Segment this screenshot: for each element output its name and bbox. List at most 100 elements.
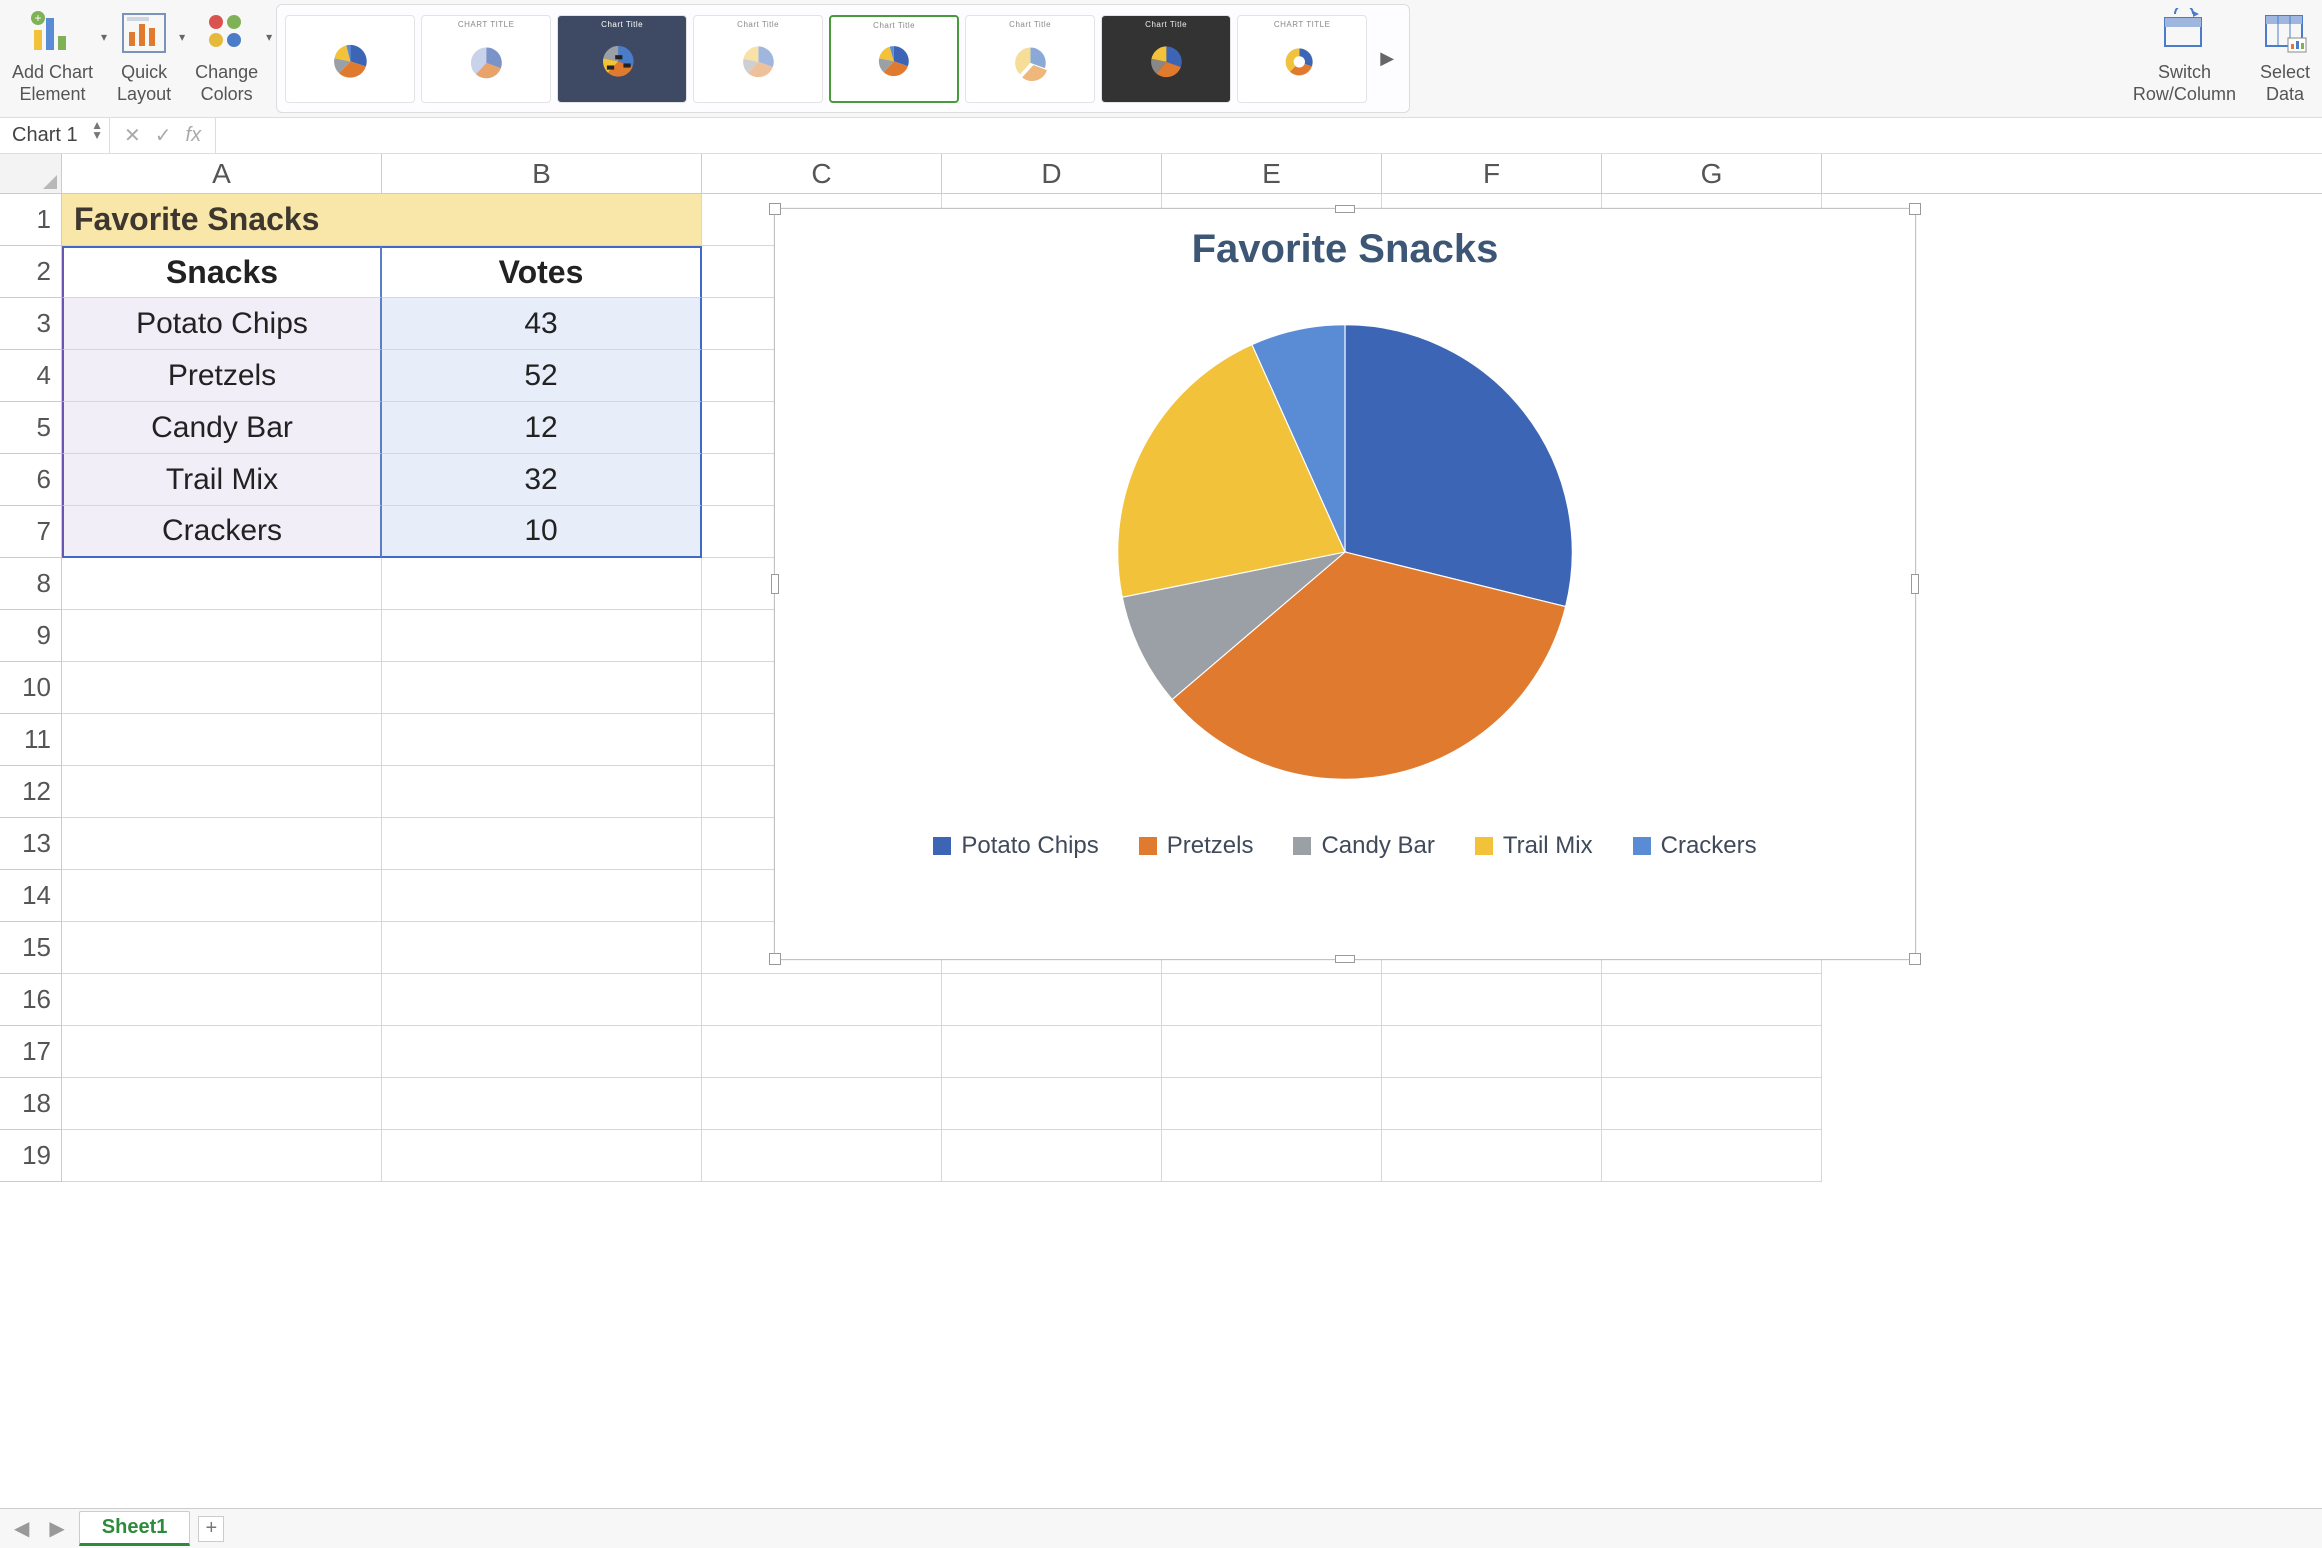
quick-layout-button[interactable]: ▾ Quick Layout [111,4,177,113]
cell-F19[interactable] [1382,1130,1602,1182]
cell-B12[interactable] [382,766,702,818]
column-header-D[interactable]: D [942,154,1162,193]
name-box[interactable]: Chart 1 ▲▼ [0,118,110,153]
cell-A14[interactable] [62,870,382,922]
cell-C16[interactable] [702,974,942,1026]
row-header-19[interactable]: 19 [0,1130,62,1182]
sheet-tab-active[interactable]: Sheet1 [79,1511,191,1546]
cell-C17[interactable] [702,1026,942,1078]
chart-title[interactable]: Favorite Snacks [775,209,1915,272]
add-chart-element-button[interactable]: + ▾ Add Chart Element [6,4,99,113]
column-header-E[interactable]: E [1162,154,1382,193]
cell-B6[interactable]: 32 [382,454,702,506]
cell-B7[interactable]: 10 [382,506,702,558]
cell-D19[interactable] [942,1130,1162,1182]
row-header-4[interactable]: 4 [0,350,62,402]
name-box-spinner-icon[interactable]: ▲▼ [91,120,103,140]
column-header-C[interactable]: C [702,154,942,193]
cell-B17[interactable] [382,1026,702,1078]
cell-B11[interactable] [382,714,702,766]
column-header-A[interactable]: A [62,154,382,193]
cell-B3[interactable]: 43 [382,298,702,350]
cell-A13[interactable] [62,818,382,870]
row-header-7[interactable]: 7 [0,506,62,558]
cell-E16[interactable] [1162,974,1382,1026]
cell-B5[interactable]: 12 [382,402,702,454]
chart-style-thumb-2[interactable]: CHART TITLE [421,15,551,103]
row-header-12[interactable]: 12 [0,766,62,818]
cell-B4[interactable]: 52 [382,350,702,402]
cell-C18[interactable] [702,1078,942,1130]
switch-row-column-button[interactable]: Switch Row/Column [2127,4,2242,113]
cell-A2[interactable]: Snacks [62,246,382,298]
chart-plot-area[interactable] [775,272,1915,832]
cell-B14[interactable] [382,870,702,922]
row-header-18[interactable]: 18 [0,1078,62,1130]
cell-F17[interactable] [1382,1026,1602,1078]
cell-B2[interactable]: Votes [382,246,702,298]
cell-A10[interactable] [62,662,382,714]
row-header-11[interactable]: 11 [0,714,62,766]
cell-G18[interactable] [1602,1078,1822,1130]
chart-style-thumb-7[interactable]: Chart Title [1101,15,1231,103]
cell-G16[interactable] [1602,974,1822,1026]
style-gallery-more-button[interactable]: ▶ [1373,15,1401,103]
cell-B19[interactable] [382,1130,702,1182]
column-header-F[interactable]: F [1382,154,1602,193]
row-header-9[interactable]: 9 [0,610,62,662]
chart-style-thumb-1[interactable] [285,15,415,103]
row-header-8[interactable]: 8 [0,558,62,610]
cell-G17[interactable] [1602,1026,1822,1078]
row-header-10[interactable]: 10 [0,662,62,714]
cell-A6[interactable]: Trail Mix [62,454,382,506]
cell-D16[interactable] [942,974,1162,1026]
legend-item-potato-chips[interactable]: Potato Chips [933,832,1098,860]
cell-D18[interactable] [942,1078,1162,1130]
cell-E17[interactable] [1162,1026,1382,1078]
cell-C19[interactable] [702,1130,942,1182]
cell-A19[interactable] [62,1130,382,1182]
select-all-corner[interactable] [0,154,62,194]
row-header-5[interactable]: 5 [0,402,62,454]
change-colors-button[interactable]: ▾ Change Colors [189,4,264,113]
cell-F18[interactable] [1382,1078,1602,1130]
chart-style-thumb-8[interactable]: CHART TITLE [1237,15,1367,103]
row-header-6[interactable]: 6 [0,454,62,506]
cell-D17[interactable] [942,1026,1162,1078]
row-header-14[interactable]: 14 [0,870,62,922]
column-header-G[interactable]: G [1602,154,1822,193]
cancel-formula-icon[interactable]: ✕ [124,123,141,148]
cell-A16[interactable] [62,974,382,1026]
add-sheet-button[interactable]: + [198,1516,224,1542]
row-header-17[interactable]: 17 [0,1026,62,1078]
embedded-chart[interactable]: Favorite Snacks Potato Chips Pretzels Cand… [774,208,1916,960]
cell-A3[interactable]: Potato Chips [62,298,382,350]
cell-B10[interactable] [382,662,702,714]
cell-A17[interactable] [62,1026,382,1078]
row-header-3[interactable]: 3 [0,298,62,350]
cell-F16[interactable] [1382,974,1602,1026]
row-header-15[interactable]: 15 [0,922,62,974]
cell-B15[interactable] [382,922,702,974]
cell-B9[interactable] [382,610,702,662]
cell-A5[interactable]: Candy Bar [62,402,382,454]
fx-icon[interactable]: fx [186,124,202,147]
legend-item-crackers[interactable]: Crackers [1633,832,1757,860]
cell-B18[interactable] [382,1078,702,1130]
legend-item-candy-bar[interactable]: Candy Bar [1293,832,1434,860]
chart-legend[interactable]: Potato ChipsPretzelsCandy BarTrail MixCr… [775,832,1915,878]
row-header-1[interactable]: 1 [0,194,62,246]
legend-item-pretzels[interactable]: Pretzels [1139,832,1254,860]
accept-formula-icon[interactable]: ✓ [155,123,172,148]
chart-style-thumb-3[interactable]: Chart Title [557,15,687,103]
cell-A4[interactable]: Pretzels [62,350,382,402]
cell-A12[interactable] [62,766,382,818]
cell-A8[interactable] [62,558,382,610]
chart-style-thumb-5-selected[interactable]: Chart Title [829,15,959,103]
row-header-16[interactable]: 16 [0,974,62,1026]
row-header-13[interactable]: 13 [0,818,62,870]
cell-E19[interactable] [1162,1130,1382,1182]
cell-A9[interactable] [62,610,382,662]
chart-style-thumb-6[interactable]: Chart Title [965,15,1095,103]
cell-B8[interactable] [382,558,702,610]
